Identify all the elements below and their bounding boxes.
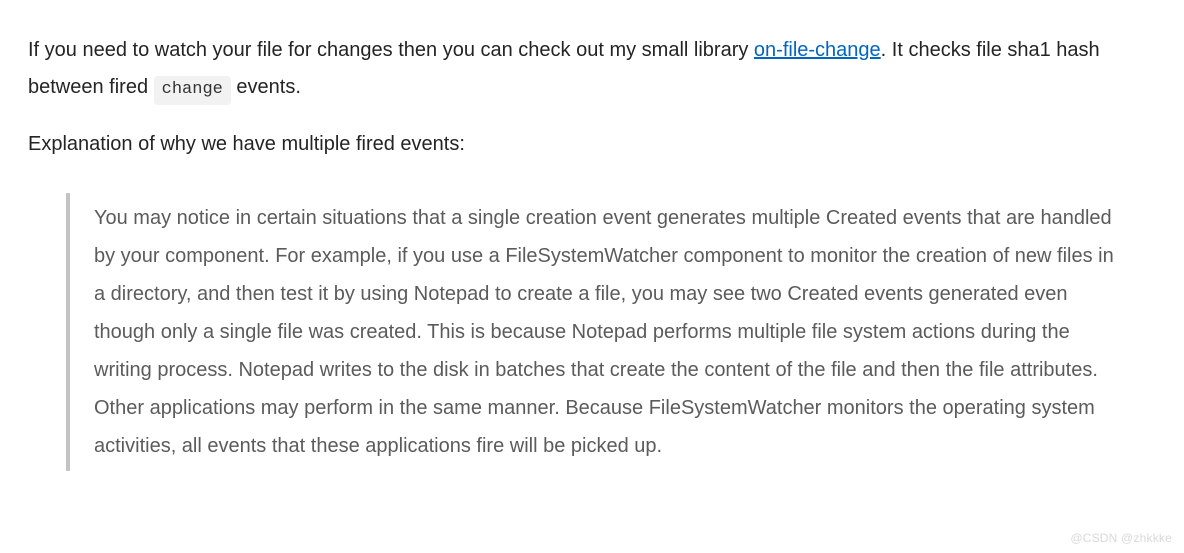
article-content: If you need to watch your file for chang… xyxy=(0,0,1184,491)
intro-text-3: events. xyxy=(231,76,301,98)
code-change: change xyxy=(154,76,231,105)
intro-text-1: If you need to watch your file for chang… xyxy=(28,39,754,61)
blockquote-text: You may notice in certain situations tha… xyxy=(94,199,1126,465)
explanation-heading: Explanation of why we have multiple fire… xyxy=(28,126,1156,163)
watermark: @CSDN @zhkkke xyxy=(1070,531,1172,545)
intro-paragraph: If you need to watch your file for chang… xyxy=(28,32,1156,106)
on-file-change-link[interactable]: on-file-change xyxy=(754,39,881,61)
blockquote: You may notice in certain situations tha… xyxy=(66,193,1156,471)
